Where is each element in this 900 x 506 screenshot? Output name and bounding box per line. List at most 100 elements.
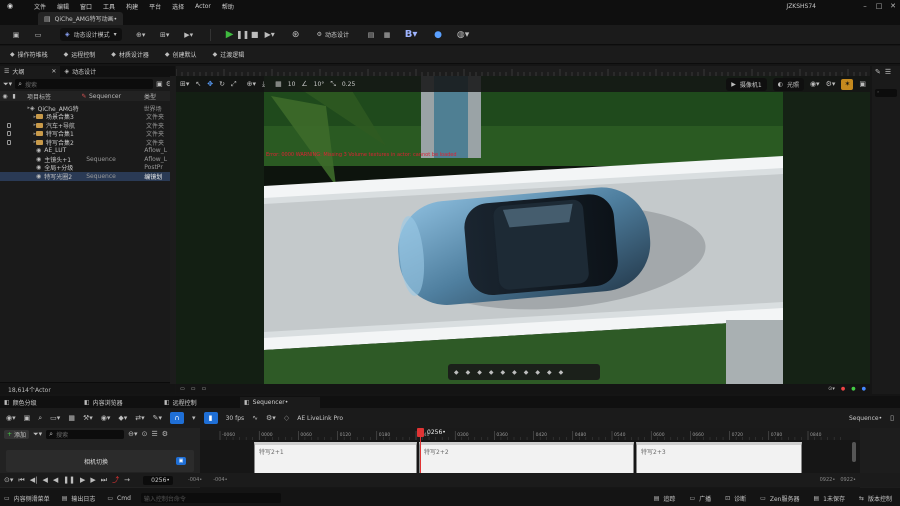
outliner-row[interactable]: ▸ 汽车+导航 文件夹 bbox=[0, 121, 175, 130]
pause-icon[interactable]: ❚❚ bbox=[63, 476, 75, 484]
outliner-row[interactable]: ▸ 特写合集2 文件夹 bbox=[0, 138, 175, 147]
minimize-icon[interactable]: – bbox=[858, 2, 872, 10]
angle-snap-value[interactable]: 10° bbox=[314, 81, 325, 88]
realtime-icon[interactable]: ✶ bbox=[841, 78, 854, 90]
output-log-button[interactable]: 输出日志 bbox=[71, 494, 95, 503]
version-control-button[interactable]: 版本控制 bbox=[868, 494, 892, 503]
tab-outliner[interactable]: ☰ 大纲 ✕ bbox=[0, 66, 61, 77]
add-track-button[interactable]: + 添加 bbox=[4, 429, 30, 439]
menu-item[interactable]: 编辑 bbox=[57, 2, 69, 11]
outliner-row[interactable]: ◉ 全局+分级 PostPr bbox=[0, 164, 175, 172]
camera-dropdown[interactable]: ▶ 摄像机1 bbox=[726, 77, 767, 91]
angle-snap-icon[interactable]: ∠ bbox=[301, 80, 307, 88]
mode-dropdown[interactable]: ◈ 动态设计模式 ▾ bbox=[60, 28, 122, 41]
blender-b-icon[interactable]: B▾ bbox=[401, 29, 421, 40]
zen-button[interactable]: Zen服务器 bbox=[770, 494, 800, 503]
save-icon[interactable]: ▣ bbox=[8, 31, 24, 39]
column-type[interactable]: 类型 bbox=[144, 92, 156, 101]
maximize-icon[interactable]: □ bbox=[872, 2, 886, 10]
menu-item[interactable]: 帮助 bbox=[222, 2, 234, 11]
track-opt-icon-4[interactable]: ⚙ bbox=[162, 430, 168, 438]
scale-tool-icon[interactable]: ⤢ bbox=[231, 80, 237, 89]
move-tool-icon[interactable]: ✥ bbox=[207, 80, 213, 88]
settings-gear-icon[interactable]: ◆ bbox=[559, 369, 564, 376]
next-frame-icon[interactable]: ▶ bbox=[90, 476, 95, 484]
camera-lock-icon[interactable]: ▣ bbox=[176, 457, 186, 465]
browse-icon[interactable]: ▭ bbox=[30, 31, 46, 39]
seq-curve-editor-icon[interactable]: ∿ bbox=[252, 414, 258, 422]
range-start-2[interactable]: -004• bbox=[213, 477, 227, 483]
sphere-icon[interactable]: ◆ bbox=[477, 369, 482, 376]
world-local-icon[interactable]: ⊕▾ bbox=[247, 80, 256, 88]
column-sequencer[interactable]: Sequencer bbox=[89, 93, 144, 100]
toolbar-icon-b[interactable]: ▦ bbox=[379, 31, 395, 39]
tab-motion-design[interactable]: ◈ 动态设计 bbox=[60, 66, 100, 77]
console-input[interactable]: 输入控制台命令 bbox=[140, 493, 281, 503]
cube-icon[interactable]: ◆ bbox=[466, 369, 471, 376]
outliner-row[interactable]: ▸ ◈ QiChe_AMG特 世界场 bbox=[0, 104, 175, 113]
seq-save-icon[interactable]: ▣ bbox=[24, 414, 31, 422]
menu-item[interactable]: 平台 bbox=[149, 2, 161, 11]
shape-icon[interactable]: ◆ bbox=[454, 369, 459, 376]
track-opt-icon-2[interactable]: ⊙ bbox=[142, 430, 148, 438]
select-tool-icon[interactable]: ↖ bbox=[195, 80, 201, 88]
box-icon[interactable]: ◆ bbox=[512, 369, 517, 376]
menu-item[interactable]: 构建 bbox=[126, 2, 138, 11]
menu-item[interactable]: 文件 bbox=[34, 2, 46, 11]
details-search[interactable]: ⌕ bbox=[875, 89, 897, 97]
blueprint-icon[interactable]: ⊞▾ bbox=[156, 31, 174, 39]
seq-settings-icon[interactable]: ⚙▾ bbox=[266, 414, 276, 422]
play-options-button[interactable]: ▶▾ bbox=[261, 30, 279, 39]
seq-key-icon[interactable]: ◆▾ bbox=[118, 414, 127, 422]
seq-lock-icon[interactable]: ▯ bbox=[890, 414, 894, 422]
livelink-label[interactable]: AE LiveLink Pro bbox=[297, 415, 343, 422]
mode-button[interactable]: ◆ 材质设计器 bbox=[107, 47, 153, 63]
perf-icon[interactable]: ⚙▾ bbox=[826, 80, 836, 88]
outliner-row[interactable]: ▸ 场景合集3 文件夹 bbox=[0, 113, 175, 122]
lock-icon[interactable] bbox=[7, 122, 11, 128]
menu-item[interactable]: 窗口 bbox=[80, 2, 92, 11]
seq-world-icon[interactable]: ◉▾ bbox=[6, 414, 16, 422]
shot-section-3[interactable]: 特写2+3 bbox=[636, 442, 802, 474]
to-end-icon[interactable]: ⏭ bbox=[101, 476, 107, 485]
broadcast-button[interactable]: 广播 bbox=[699, 494, 711, 503]
launch-icon[interactable]: ⊛ bbox=[287, 30, 305, 40]
cinematics-icon[interactable]: ▶▾ bbox=[180, 31, 198, 39]
track-opt-icon-1[interactable]: ⊖▾ bbox=[128, 430, 137, 438]
seq-find-icon[interactable]: ⌕ bbox=[38, 414, 42, 423]
close-icon[interactable]: ✕ bbox=[886, 2, 900, 10]
circle-icon[interactable]: ◆ bbox=[501, 369, 506, 376]
seq-curve-icon[interactable]: ✎▾ bbox=[153, 414, 162, 422]
prev-frame-icon[interactable]: ◀ bbox=[42, 476, 47, 484]
mode-button[interactable]: ◆ 创建默认 bbox=[161, 47, 201, 63]
menu-item[interactable]: 选择 bbox=[172, 2, 184, 11]
track-search-input[interactable]: ⌕ 搜索 bbox=[46, 429, 125, 439]
seq-autokey-icon[interactable]: ⇄▾ bbox=[135, 414, 144, 422]
mode-button[interactable]: ◆ 操作符堆栈 bbox=[6, 47, 52, 63]
reverse-play-icon[interactable]: ◀ bbox=[53, 476, 58, 484]
seq-render-icon[interactable]: ▦ bbox=[68, 414, 75, 422]
surface-snap-icon[interactable]: ⤓ bbox=[262, 80, 265, 89]
column-item-label[interactable]: 项目标签 bbox=[27, 92, 79, 101]
eye-icon[interactable]: ◆ bbox=[547, 369, 552, 376]
outliner-row[interactable]: ▸ 特写合集1 文件夹 bbox=[0, 130, 175, 138]
seq-view-icon[interactable]: ◉▾ bbox=[101, 414, 111, 422]
seq-actions-icon[interactable]: ⚒▾ bbox=[83, 414, 93, 422]
pause-button[interactable]: ❚❚ bbox=[236, 30, 249, 39]
visibility-eye-icon[interactable]: ◉ bbox=[0, 93, 10, 100]
unreal-logo-icon[interactable]: ◉ bbox=[4, 2, 16, 10]
current-frame-field[interactable]: 0256• bbox=[142, 475, 173, 485]
sequence-name[interactable]: Sequence• bbox=[849, 415, 882, 422]
shot-section-1[interactable]: 特写2+1 bbox=[254, 442, 417, 474]
line-icon[interactable]: ◆ bbox=[489, 369, 494, 376]
lock-icon[interactable] bbox=[7, 139, 11, 145]
transport-settings-icon[interactable]: ⊙▾ bbox=[4, 476, 13, 484]
scale-snap-icon[interactable]: ⤡ bbox=[330, 80, 336, 89]
bottom-tab[interactable]: ◧ Sequencer• bbox=[240, 396, 320, 408]
mode-button[interactable]: ◆ 过渡逻辑 bbox=[209, 47, 249, 63]
loop-icon[interactable]: ⤴ bbox=[112, 475, 119, 485]
bottom-tab[interactable]: ◧ 内容浏览器 bbox=[80, 397, 160, 408]
trace-button[interactable]: 追踪 bbox=[663, 494, 675, 503]
content-drawer-button[interactable]: 内容侧滑菜单 bbox=[14, 494, 50, 503]
globe-icon[interactable]: ● bbox=[429, 30, 447, 40]
